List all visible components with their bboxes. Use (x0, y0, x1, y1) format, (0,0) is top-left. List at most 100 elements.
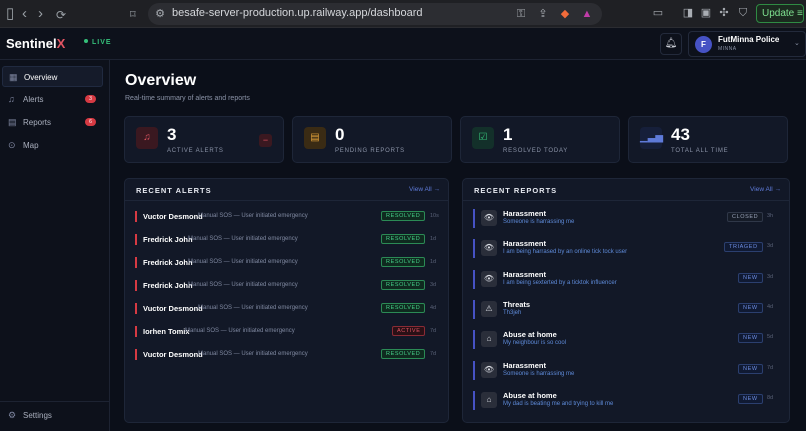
live-dot-icon (84, 39, 88, 43)
alert-time: 3d (430, 282, 437, 288)
bell-icon: ♫ (136, 127, 158, 149)
report-row[interactable]: 👁︎ Harassment I am being harrased by an on… (473, 236, 778, 262)
sidebar-item-overview[interactable]: ▦ Overview (2, 66, 103, 87)
report-description: Th3jeh (503, 309, 522, 316)
chevron-down-icon: ⌄ (794, 40, 800, 47)
sidebar-toggle-icon[interactable]: ▯ (6, 5, 14, 23)
alert-row[interactable]: Iorhen Tomix Manual SOS — User initiated … (135, 324, 445, 340)
bar-chart-icon: ▁▃▅ (640, 127, 663, 149)
report-row[interactable]: 👁︎ Harassment I am being sexterted by a ti… (473, 267, 778, 293)
report-time: 3h (767, 213, 774, 219)
user-menu[interactable]: F FutMinna Police MINNA ⌄ (688, 31, 806, 57)
alert-description: Manual SOS — User initiated emergency (198, 351, 308, 357)
alert-description: Manual SOS — User initiated emergency (185, 328, 295, 334)
status-badge: NEW (738, 302, 763, 313)
severity-bar (135, 326, 137, 337)
stat-value: 1 (503, 125, 513, 144)
status-badge: TRIAGED (724, 242, 763, 253)
home-icon: ⌂ (481, 331, 497, 348)
extensions-icon[interactable]: ✣ (717, 6, 731, 20)
alert-row[interactable]: Fredrick John Manual SOS — User initiated… (135, 255, 445, 271)
user-name: FutMinna Police (718, 35, 780, 44)
alert-row[interactable]: Fredrick John Manual SOS — User initiated… (135, 232, 445, 248)
view-all-reports-link[interactable]: View All → (750, 186, 781, 193)
reload-icon[interactable]: ⟳ (56, 6, 66, 24)
alert-time: 10s (430, 213, 439, 219)
forward-icon[interactable]: › (38, 5, 43, 23)
sidebar-item-label: Map (23, 141, 39, 150)
site-info-icon[interactable]: ⚙ (153, 7, 167, 21)
report-row[interactable]: ⚠ Threats Th3jeh NEW 4d (473, 297, 778, 323)
sidebar-item-reports[interactable]: ▤ Reports 6 (2, 112, 103, 133)
sidebar-item-settings[interactable]: ⚙ Settings (2, 405, 103, 426)
bookmark-icon[interactable]: ⌑ (130, 6, 136, 24)
sidebar-divider (0, 401, 109, 402)
accent-bar (473, 299, 475, 319)
eye-icon: 👁︎ (481, 270, 497, 287)
alert-time: 7d (430, 351, 437, 357)
status-badge: ACTIVE (392, 326, 426, 336)
alert-row[interactable]: Vuctor Desmond Manual SOS — User initiate… (135, 347, 445, 363)
sidebar-item-alerts[interactable]: ♫ Alerts 3 (2, 89, 103, 110)
report-description: I am being sexterted by a ticktok influe… (503, 279, 617, 286)
view-all-alerts-link[interactable]: View All → (409, 186, 440, 193)
alert-row[interactable]: Vuctor Desmond Manual SOS — User initiate… (135, 209, 445, 225)
eye-icon: 👁︎ (481, 210, 497, 226)
panel-title: RECENT REPORTS (474, 186, 558, 195)
stat-label: RESOLVED TODAY (503, 148, 569, 154)
update-button[interactable]: Update ≡ (756, 4, 804, 23)
warning-icon: ⚠ (481, 300, 497, 317)
status-badge: RESOLVED (381, 234, 426, 244)
report-time: 8d (767, 394, 774, 401)
eye-icon: 👁︎ (481, 361, 497, 378)
report-row[interactable]: ⌂ Abuse at home My neighbour is so cool NEW… (473, 327, 778, 353)
wallet-icon[interactable]: ▣ (699, 6, 713, 20)
sidebar-item-map[interactable]: ⊙ Map (2, 135, 103, 156)
report-time: 3d (767, 243, 774, 250)
severity-bar (135, 280, 137, 291)
live-label: LIVE (92, 39, 112, 46)
stat-card-pending-reports: ▤ 0 PENDING REPORTS (292, 116, 452, 163)
accent-bar (473, 239, 475, 259)
alert-description: Manual SOS — User initiated emergency (198, 305, 308, 311)
accent-bar (473, 390, 475, 410)
status-badge: NEW (738, 393, 763, 404)
share-icon[interactable]: ⇪ (536, 7, 550, 21)
key-icon[interactable]: ⚿ (514, 7, 528, 21)
sidebar-item-label: Settings (23, 411, 52, 420)
severity-bar (135, 349, 137, 360)
stat-card-resolved-today: ☑ 1 RESOLVED TODAY (460, 116, 620, 163)
alert-name: Vuctor Desmond (143, 212, 203, 221)
status-badge: NEW (738, 272, 763, 283)
report-row[interactable]: 👁︎ Harassment Someone is harrassing me NEW 7… (473, 358, 778, 384)
alert-row[interactable]: Vuctor Desmond Manual SOS — User initiate… (135, 301, 445, 317)
stat-value: 43 (671, 125, 690, 144)
document-icon: ▤ (8, 117, 17, 127)
back-icon[interactable]: ‹ (22, 5, 27, 23)
bell-icon: ♫ (8, 94, 15, 104)
rewards-icon[interactable]: ▲ (580, 7, 594, 21)
sidebar-item-label: Reports (23, 118, 52, 127)
report-title: Threats (503, 299, 531, 309)
alert-name: Fredrick John (143, 281, 193, 290)
status-badge: CLOSED (727, 212, 764, 222)
minus-icon: − (259, 134, 272, 147)
media-icon[interactable]: ▭ (651, 6, 665, 20)
alert-time: 7d (430, 328, 437, 334)
report-time: 3d (767, 273, 774, 280)
severity-bar (135, 303, 137, 314)
alert-description: Manual SOS — User initiated emergency (188, 236, 298, 242)
report-row[interactable]: 👁︎ Harassment Someone is harrassing me CLOS… (473, 206, 778, 232)
sidebar-icon[interactable]: ◨ (681, 6, 695, 20)
address-bar[interactable]: ⚙ besafe-server-production.up.railway.ap… (148, 3, 602, 25)
live-indicator: LIVE (84, 39, 112, 46)
stat-label: ACTIVE ALERTS (167, 148, 224, 154)
alert-description: Manual SOS — User initiated emergency (198, 213, 308, 219)
report-row[interactable]: ⌂ Abuse at home My dad is beating me and t… (473, 388, 778, 414)
recent-reports-panel: RECENT REPORTS View All → 👁︎ Harassment So… (462, 178, 790, 423)
accent-bar (473, 209, 475, 228)
notifications-button[interactable]: 🔔︎ (660, 33, 682, 55)
vpn-shield-icon[interactable]: ⛉ (736, 6, 750, 20)
brave-shield-icon[interactable]: ◆ (558, 7, 572, 21)
alert-row[interactable]: Fredrick John Manual SOS — User initiated… (135, 278, 445, 294)
